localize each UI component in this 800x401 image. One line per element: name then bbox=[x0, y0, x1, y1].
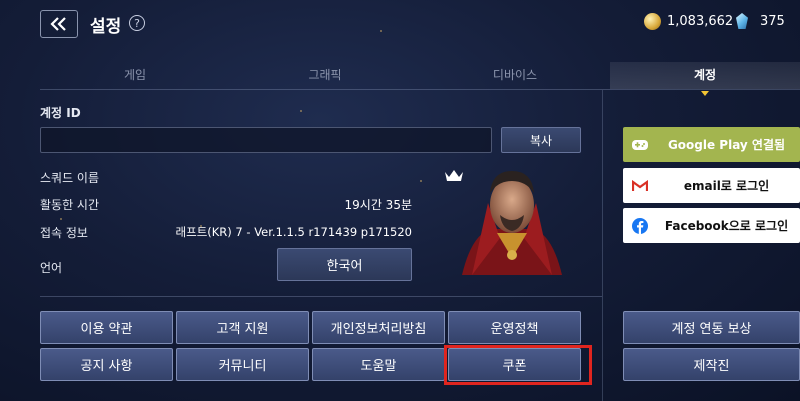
settings-tabs: 게임 그래픽 디바이스 계정 bbox=[40, 62, 800, 96]
tab-graphics[interactable]: 그래픽 bbox=[230, 62, 420, 89]
help-icon[interactable]: ? bbox=[129, 15, 145, 31]
copy-button[interactable]: 복사 bbox=[501, 127, 581, 153]
top-bar: 설정 ? 1,083,662 375 bbox=[0, 0, 800, 50]
tab-account[interactable]: 계정 bbox=[610, 62, 800, 96]
email-login-button[interactable]: email로 로그인 bbox=[623, 168, 800, 203]
panel-divider bbox=[602, 90, 603, 401]
playtime-value: 19시간 35분 bbox=[344, 198, 412, 212]
gmail-icon bbox=[627, 179, 653, 192]
terms-button[interactable]: 이용 약관 bbox=[40, 311, 173, 344]
gold-currency: 1,083,662 bbox=[644, 13, 733, 30]
tab-device[interactable]: 디바이스 bbox=[420, 62, 610, 89]
back-button[interactable] bbox=[40, 10, 78, 38]
support-button[interactable]: 고객 지원 bbox=[176, 311, 309, 344]
language-label: 언어 bbox=[40, 261, 63, 275]
community-button[interactable]: 커뮤니티 bbox=[176, 348, 309, 381]
double-chevron-left-icon bbox=[50, 17, 66, 31]
notice-button[interactable]: 공지 사항 bbox=[40, 348, 173, 381]
gold-amount: 1,083,662 bbox=[667, 14, 734, 29]
tab-game[interactable]: 게임 bbox=[40, 62, 230, 89]
section-divider bbox=[40, 296, 602, 297]
email-login-label: email로 로그인 bbox=[683, 179, 770, 193]
operation-policy-button[interactable]: 운영정책 bbox=[448, 311, 581, 344]
gamepad-icon bbox=[627, 139, 653, 151]
gem-icon bbox=[736, 13, 748, 29]
squad-name-label: 스쿼드 이름 bbox=[40, 171, 100, 185]
page-title: 설정 bbox=[90, 17, 122, 37]
gem-amount: 375 bbox=[760, 13, 785, 29]
privacy-policy-button[interactable]: 개인정보처리방침 bbox=[312, 311, 445, 344]
account-id-field bbox=[40, 127, 492, 153]
facebook-login-button[interactable]: Facebook으로 로그인 bbox=[623, 208, 800, 243]
google-play-label: Google Play 연결됨 bbox=[667, 138, 786, 152]
facebook-login-label: Facebook으로 로그인 bbox=[664, 219, 789, 233]
credits-button[interactable]: 제작진 bbox=[623, 348, 800, 381]
account-id-label: 계정 ID bbox=[40, 106, 81, 120]
playtime-label: 활동한 시간 bbox=[40, 198, 100, 212]
gold-coin-icon bbox=[644, 13, 661, 30]
google-play-button[interactable]: Google Play 연결됨 bbox=[623, 127, 800, 162]
character-portrait bbox=[462, 171, 562, 275]
language-button[interactable]: 한국어 bbox=[277, 248, 412, 281]
connection-info-label: 접속 정보 bbox=[40, 226, 88, 240]
account-link-reward-button[interactable]: 계정 연동 보상 bbox=[623, 311, 800, 344]
gem-currency: 375 bbox=[736, 13, 785, 29]
facebook-icon bbox=[627, 217, 653, 234]
help-button[interactable]: 도움말 bbox=[312, 348, 445, 381]
coupon-highlight-box bbox=[444, 345, 592, 385]
connection-info-value: 래프트(KR) 7 - Ver.1.1.5 r171439 p171520 bbox=[175, 225, 412, 239]
